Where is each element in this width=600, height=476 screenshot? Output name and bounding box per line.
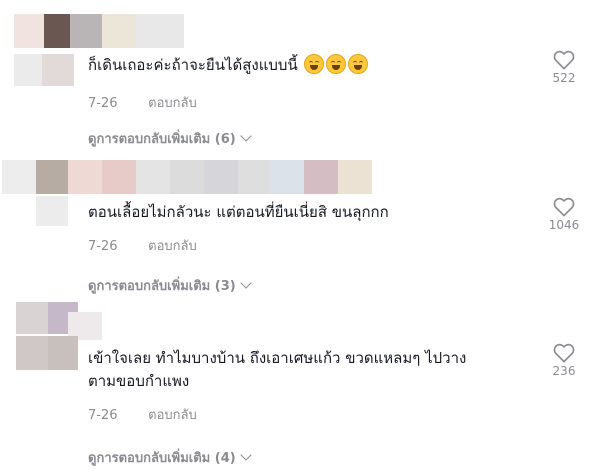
reply-button[interactable]: ตอบกลับ — [148, 239, 197, 254]
avatar-tile — [70, 14, 102, 48]
avatar-tile — [36, 160, 68, 194]
comment-date: 7-26 — [88, 239, 118, 254]
avatar-tile — [48, 336, 78, 370]
avatar-tile — [238, 160, 270, 194]
avatar-tile — [14, 54, 42, 86]
heart-outline-icon — [553, 197, 575, 217]
avatar-tile — [42, 54, 74, 86]
view-more-replies-label: ดูการตอบกลับเพิ่มเติม (3) — [88, 279, 236, 294]
like-count: 236 — [552, 364, 576, 378]
avatar-tile — [102, 160, 136, 194]
comment-text: เข้าใจเลย ทำไมบางบ้าน ถึงเอาเศษแก้ว ขวดแ… — [88, 349, 467, 390]
like-count: 1046 — [548, 218, 580, 232]
view-more-replies-button[interactable]: ดูการตอบกลับเพิ่มเติม (3) — [88, 275, 252, 296]
chevron-down-icon — [240, 449, 252, 461]
avatar-tile — [270, 160, 304, 194]
reply-button[interactable]: ตอบกลับ — [148, 96, 197, 111]
like-button[interactable]: 1046 — [546, 197, 582, 232]
avatar-tile — [68, 160, 102, 194]
heart-outline-icon — [553, 50, 575, 70]
avatar-tile — [2, 160, 36, 194]
comment-meta: 7-26 ตอบกลับ — [88, 404, 197, 425]
avatar-tile — [102, 14, 136, 48]
chevron-down-icon — [240, 130, 252, 142]
view-more-replies-label: ดูการตอบกลับเพิ่มเติม (6) — [88, 132, 236, 147]
avatar-tile — [304, 160, 338, 194]
avatar-tile — [14, 14, 44, 48]
face-with-tears-of-joy-icon — [348, 54, 369, 74]
heart-outline-icon — [553, 343, 575, 363]
comment-text: ตอนเลื้อยไม่กลัวนะ แต่ตอนที่ยืนเนี่ยสิ ข… — [88, 203, 389, 221]
avatar-tile — [16, 302, 48, 334]
view-more-replies-label: ดูการตอบกลับเพิ่มเติม (4) — [88, 451, 236, 466]
avatar-tile — [204, 160, 238, 194]
face-with-tears-of-joy-icon — [304, 54, 325, 74]
like-button[interactable]: 522 — [548, 50, 580, 85]
avatar-tile — [136, 14, 184, 48]
comment-text: ก็เดินเถอะค่ะถ้าจะยืนได้สูงแบบนี้ — [88, 54, 369, 77]
like-count: 522 — [552, 71, 576, 85]
avatar-tile — [338, 160, 372, 194]
face-with-tears-of-joy-icon — [326, 54, 347, 74]
avatar-tile — [136, 160, 170, 194]
comment-date: 7-26 — [88, 96, 118, 111]
avatar-tile — [16, 336, 48, 370]
avatar-tile — [36, 196, 68, 226]
avatar-tile — [170, 160, 204, 194]
reply-button[interactable]: ตอบกลับ — [148, 408, 197, 423]
comment-meta: 7-26 ตอบกลับ — [88, 92, 197, 113]
avatar-tile — [44, 14, 70, 48]
comment-date: 7-26 — [88, 408, 118, 423]
view-more-replies-button[interactable]: ดูการตอบกลับเพิ่มเติม (6) — [88, 128, 252, 149]
view-more-replies-button[interactable]: ดูการตอบกลับเพิ่มเติม (4) — [88, 447, 252, 468]
like-button[interactable]: 236 — [548, 343, 580, 378]
comment-meta: 7-26 ตอบกลับ — [88, 235, 197, 256]
chevron-down-icon — [240, 277, 252, 289]
